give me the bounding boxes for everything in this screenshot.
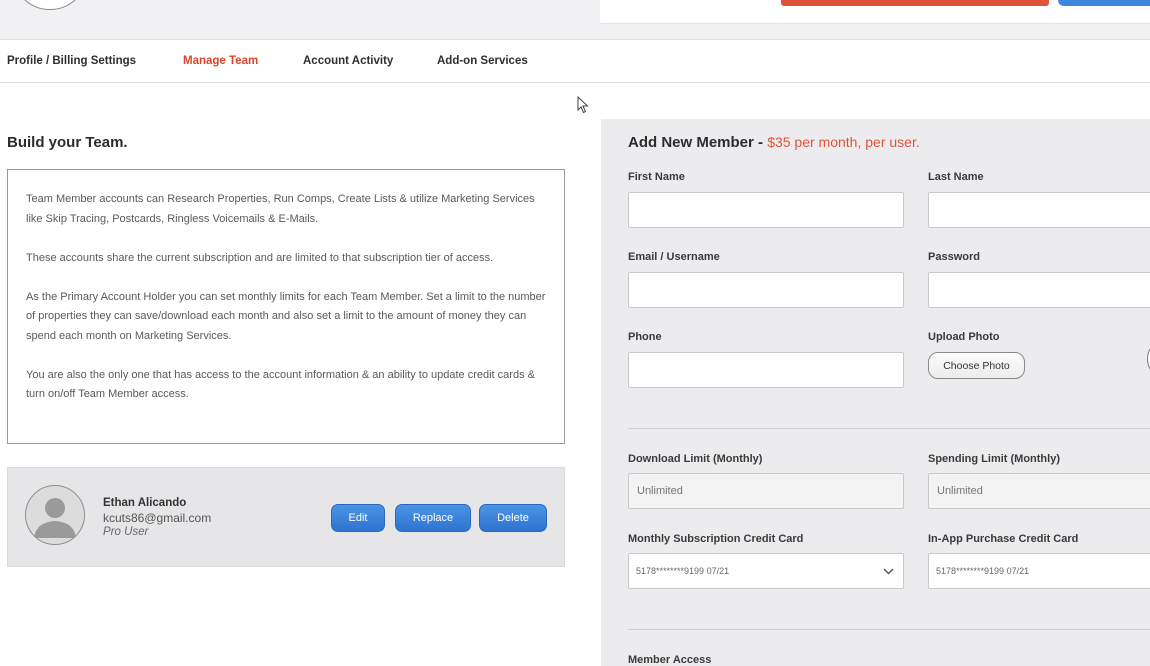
password-label: Password <box>928 251 980 263</box>
subscription-card-label: Monthly Subscription Credit Card <box>628 533 804 545</box>
subscription-card-value: 5178********9199 07/21 <box>636 566 730 576</box>
form-divider <box>628 428 1150 429</box>
info-paragraph: These accounts share the current subscri… <box>26 251 494 264</box>
replace-member-button[interactable]: Replace <box>395 504 471 532</box>
tab-account-activity[interactable]: Account Activity <box>303 55 393 67</box>
top-action-button[interactable] <box>781 0 1049 6</box>
mouse-cursor-icon <box>577 96 589 114</box>
logo <box>12 0 88 10</box>
inapp-card-label: In-App Purchase Credit Card <box>928 533 1079 545</box>
add-member-panel: Add New Member - $35 per month, per user… <box>601 119 1150 666</box>
price-text: $35 per month, per user. <box>767 134 920 150</box>
add-member-title-text: Add New Member - <box>628 134 768 151</box>
last-name-label: Last Name <box>928 171 984 183</box>
form-divider <box>628 629 1150 630</box>
info-paragraph: Team Member accounts can Research Proper… <box>26 193 535 225</box>
chevron-down-icon <box>883 568 894 575</box>
email-label: Email / Username <box>628 251 720 263</box>
member-name: Ethan Alicando <box>103 497 187 509</box>
info-paragraph: You are also the only one that has acces… <box>26 368 535 401</box>
settings-tabs: Profile / Billing Settings Manage Team A… <box>0 40 1150 83</box>
build-team-title: Build your Team. <box>7 134 128 151</box>
subscription-card-select[interactable]: 5178********9199 07/21 <box>628 553 904 589</box>
inapp-card-value: 5178********9199 07/21 <box>936 566 1030 576</box>
upload-photo-label: Upload Photo <box>928 331 1000 343</box>
spending-limit-input[interactable] <box>928 473 1150 509</box>
member-email: kcuts86@gmail.com <box>103 511 212 525</box>
delete-member-button[interactable]: Delete <box>479 504 547 532</box>
download-limit-input[interactable] <box>628 473 904 509</box>
add-member-title: Add New Member - $35 per month, per user… <box>628 134 920 151</box>
team-member-card: Ethan Alicando kcuts86@gmail.com Pro Use… <box>7 467 565 567</box>
avatar <box>25 485 85 545</box>
phone-label: Phone <box>628 331 662 343</box>
member-role: Pro User <box>103 526 149 538</box>
tab-profile-billing[interactable]: Profile / Billing Settings <box>7 55 136 67</box>
choose-photo-button[interactable]: Choose Photo <box>928 352 1025 379</box>
tab-add-on-services[interactable]: Add-on Services <box>437 55 528 67</box>
team-info-box: Team Member accounts can Research Proper… <box>7 169 565 444</box>
top-header <box>0 0 1150 40</box>
email-input[interactable] <box>628 272 904 308</box>
top-secondary-button[interactable] <box>1058 0 1150 6</box>
spending-limit-label: Spending Limit (Monthly) <box>928 453 1060 465</box>
member-access-label: Member Access <box>628 654 712 666</box>
phone-input[interactable] <box>628 352 904 388</box>
user-silhouette-icon <box>34 498 76 538</box>
password-input[interactable] <box>928 272 1150 308</box>
info-paragraph: As the Primary Account Holder you can se… <box>26 290 546 342</box>
first-name-label: First Name <box>628 171 685 183</box>
inapp-card-select[interactable]: 5178********9199 07/21 <box>928 553 1150 589</box>
last-name-input[interactable] <box>928 192 1150 228</box>
edit-member-button[interactable]: Edit <box>331 504 385 532</box>
download-limit-label: Download Limit (Monthly) <box>628 453 763 465</box>
first-name-input[interactable] <box>628 192 904 228</box>
tab-manage-team[interactable]: Manage Team <box>183 55 258 67</box>
